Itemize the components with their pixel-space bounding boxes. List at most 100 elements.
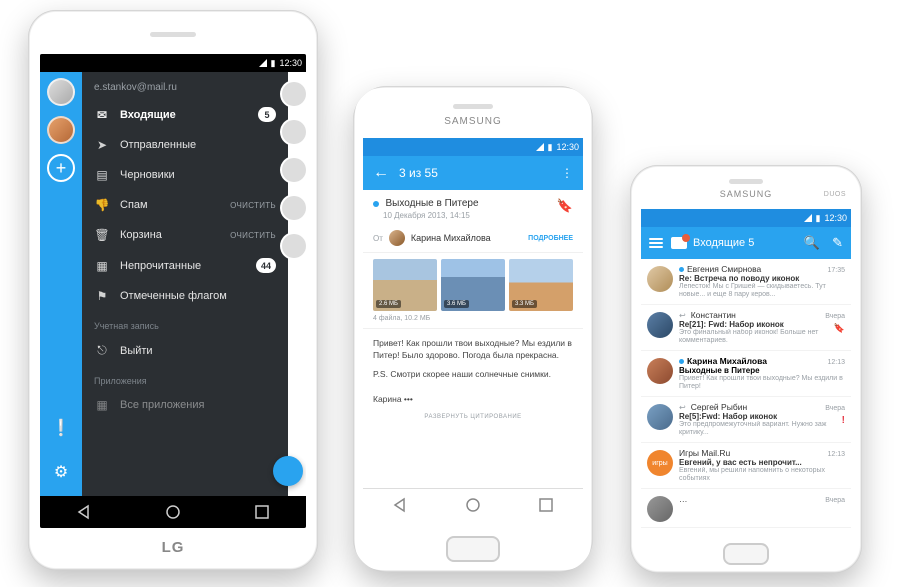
- date: 10 Декабря 2013, 14:15: [383, 211, 573, 220]
- attachments-info: 4 файла, 10.2 МБ: [363, 313, 583, 329]
- attachment-thumb[interactable]: 3.6 МБ: [441, 259, 505, 311]
- folder-label: Непрочитанные: [120, 260, 246, 272]
- status-bar: ▮12:30: [40, 54, 306, 72]
- expand-quote[interactable]: РАЗВЕРНУТЬ ЦИТИРОВАНИЕ: [363, 410, 583, 428]
- reply-icon: ↩: [679, 311, 686, 320]
- folder-icon: ✉: [94, 108, 110, 122]
- unread-dot-icon: [373, 201, 379, 207]
- attachments: 2.6 МБ 3.6 МБ 3.3 МБ: [363, 253, 583, 313]
- avatar: [647, 496, 673, 522]
- folder-icon: ▤: [94, 168, 110, 182]
- sender: Карина Михайлова: [687, 356, 820, 366]
- clear-button[interactable]: очистить: [230, 201, 276, 210]
- inbox-icon[interactable]: [671, 237, 687, 249]
- back-icon[interactable]: ←: [373, 164, 389, 182]
- preview: Лепесток! Мы с Гришей — скидываетесь. Ту…: [679, 283, 845, 299]
- message-row[interactable]: ↩ Сергей Рыбин ВчераRe[5]:Fwd: Набор иконо…: [641, 397, 851, 443]
- sender: Игры Mail.Ru: [679, 448, 820, 458]
- overflow-icon[interactable]: ⋮: [561, 166, 573, 180]
- subject: Выходные в Питере: [679, 366, 845, 375]
- avatar: [647, 358, 673, 384]
- folder-item[interactable]: ⚑Отмеченные флагом: [82, 281, 288, 311]
- signal-icon: [259, 59, 267, 67]
- preview: Это финальный набор иконок! Больше нет к…: [679, 329, 845, 345]
- subject: Re[21]: Fwd: Набор иконок: [679, 320, 845, 329]
- compose-icon[interactable]: ✎: [832, 235, 843, 251]
- bookmark-icon: 🔖: [834, 323, 845, 334]
- attachment-thumb[interactable]: 2.6 МБ: [373, 259, 437, 311]
- count-badge: 5: [258, 107, 276, 122]
- folder-label: Отмеченные флагом: [120, 290, 276, 302]
- from-row[interactable]: От Карина Михайлова ПОДРОБНЕЕ: [363, 224, 583, 253]
- logout-item[interactable]: ⎋ Выйти: [82, 335, 288, 366]
- folder-item[interactable]: 🗑Корзинаочистить: [82, 220, 288, 250]
- message-row[interactable]: ↩КонстантинВчераRe[21]: Fwd: Набор иконо…: [641, 305, 851, 351]
- time: 17:35: [827, 267, 845, 274]
- time: Вчера: [825, 497, 845, 504]
- sender-name: Карина Михайлова: [411, 233, 522, 243]
- sender: Евгения Смирнова: [687, 264, 820, 274]
- compose-fab[interactable]: [273, 456, 303, 486]
- folder-label: Черновики: [120, 169, 276, 181]
- subject: Re[5]:Fwd: Набор иконок: [679, 412, 845, 421]
- folder-item[interactable]: ✉ Входящие 5: [82, 99, 288, 130]
- home-icon[interactable]: [165, 504, 181, 520]
- preview: Евгений, мы решили напомнить о некоторых…: [679, 467, 845, 483]
- nav-drawer: e.stankov@mail.ru ✉Входящие5➤Отправленны…: [82, 72, 288, 496]
- status-bar: ▮12:30: [641, 209, 851, 227]
- home-button[interactable]: [446, 536, 500, 562]
- add-account-button[interactable]: +: [47, 154, 75, 182]
- back-icon[interactable]: [76, 504, 92, 520]
- clear-button[interactable]: очистить: [230, 231, 276, 240]
- message-list[interactable]: Евгения Смирнова17:35Re: Встреча по пово…: [641, 259, 851, 529]
- back-icon[interactable]: [392, 497, 408, 513]
- apps-icon: ▦: [94, 398, 110, 412]
- notification-icon[interactable]: ❕: [51, 418, 71, 438]
- signature: Карина •••: [363, 394, 583, 410]
- message-body[interactable]: Выходные в Питере 10 Декабря 2013, 14:15…: [363, 190, 583, 488]
- bookmark-icon[interactable]: 🔖: [557, 198, 573, 214]
- folder-item[interactable]: ➤Отправленные: [82, 130, 288, 160]
- brand-label: SAMSUNG: [353, 116, 593, 127]
- time: Вчера: [825, 405, 845, 412]
- sender: Сергей Рыбин: [691, 402, 819, 412]
- duos-label: DUOS: [824, 191, 846, 198]
- folder-label: Корзина: [120, 229, 220, 241]
- message-row[interactable]: …Вчера: [641, 489, 851, 528]
- folder-label: Входящие: [120, 109, 248, 121]
- preview: Это предпромежуточный вариант. Нужно заж…: [679, 421, 845, 437]
- phone-samsung-mid: SAMSUNG ▮12:30 ← 3 из 55 ⋮ Выходные в Пи…: [353, 86, 593, 572]
- settings-icon[interactable]: ⚙: [54, 462, 68, 482]
- appbar-title: Входящие 5: [693, 237, 792, 249]
- attachment-thumb[interactable]: 3.3 МБ: [509, 259, 573, 311]
- sender: Константин: [691, 310, 819, 320]
- message-row[interactable]: Евгения Смирнова17:35Re: Встреча по пово…: [641, 259, 851, 305]
- recents-icon[interactable]: [254, 504, 270, 520]
- time: 12:13: [827, 451, 845, 458]
- app-bar: Входящие 5 🔍 ✎: [641, 227, 851, 259]
- all-apps-item[interactable]: ▦ Все приложения: [82, 390, 288, 420]
- important-icon: !: [842, 415, 845, 426]
- message-row[interactable]: игрыИгры Mail.Ru12:13Евгений, у вас есть…: [641, 443, 851, 489]
- home-button[interactable]: [723, 543, 769, 565]
- reply-icon: ↩: [679, 403, 686, 412]
- speaker: [150, 32, 196, 37]
- details-link[interactable]: ПОДРОБНЕЕ: [528, 235, 573, 242]
- phone-lg: LG ▮12:30 + ❕ ⚙ e.stankov@mail.ru ✉: [28, 10, 318, 570]
- subject: Евгений, у вас есть непрочит...: [679, 458, 845, 467]
- avatar-account-1[interactable]: [47, 78, 75, 106]
- preview: Привет! Как прошли твои выходные? Мы езд…: [679, 375, 845, 391]
- folder-item[interactable]: ▤ Черновики: [82, 160, 288, 190]
- avatar-account-2[interactable]: [47, 116, 75, 144]
- folder-item[interactable]: 👎Спамочистить: [82, 190, 288, 220]
- search-icon[interactable]: 🔍: [804, 235, 820, 251]
- message-row[interactable]: Карина Михайлова12:13Выходные в ПитереПр…: [641, 351, 851, 397]
- app-bar: ← 3 из 55 ⋮: [363, 156, 583, 190]
- home-icon[interactable]: [465, 497, 481, 513]
- folder-item[interactable]: ▦Непрочитанные44: [82, 250, 288, 281]
- avatar: [647, 266, 673, 292]
- recents-icon[interactable]: [538, 497, 554, 513]
- appbar-title: 3 из 55: [399, 166, 551, 180]
- menu-icon[interactable]: [649, 238, 663, 248]
- subject: Выходные в Питере: [386, 198, 479, 209]
